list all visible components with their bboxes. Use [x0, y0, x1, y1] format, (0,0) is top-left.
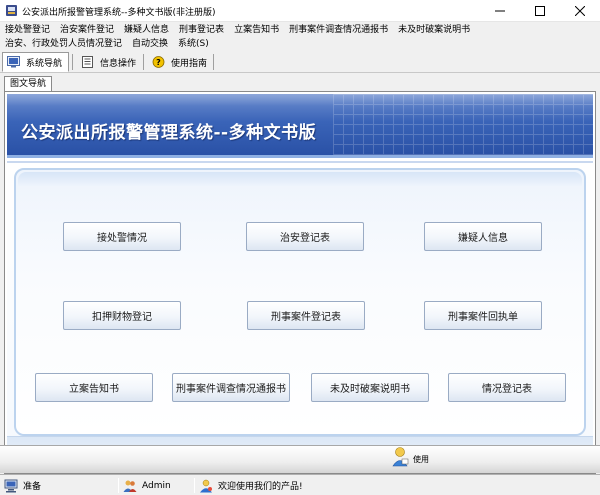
status-welcome: 欢迎使用我们的产品! [199, 477, 303, 494]
status-ready: 准备 [4, 477, 41, 494]
menu-item-penalty-register[interactable]: 治安、行政处罚人员情况登记 [0, 37, 127, 51]
menu-item-suspect-info[interactable]: 嫌疑人信息 [119, 23, 174, 37]
maximize-icon [535, 6, 545, 16]
menu-item-criminal-report[interactable]: 刑事案件调查情况通报书 [284, 23, 393, 37]
case-filing-notice-button[interactable]: 立案告知书 [35, 373, 153, 402]
navigation-icon [7, 56, 20, 68]
minimize-icon [495, 10, 505, 12]
app-icon [6, 5, 17, 16]
toolbar-label: 系统导航 [26, 58, 63, 69]
menu-item-system[interactable]: 系统(S) [173, 37, 214, 51]
close-icon [575, 6, 585, 16]
alarm-handling-button[interactable]: 接处警情况 [63, 222, 181, 251]
users-icon [123, 480, 137, 492]
help-icon: ? [152, 56, 165, 68]
status-user-text: Admin [142, 480, 171, 491]
menu-row-1: 接处警登记 治安案件登记 嫌疑人信息 刑事登记表 立案告知书 刑事案件调查情况通… [0, 23, 475, 37]
situation-register-button[interactable]: 情况登记表 [448, 373, 566, 402]
security-register-button[interactable]: 治安登记表 [246, 222, 364, 251]
menu-bar: 接处警登记 治安案件登记 嫌疑人信息 刑事登记表 立案告知书 刑事案件调查情况通… [0, 22, 600, 51]
menu-item-criminal-register[interactable]: 刑事登记表 [174, 23, 229, 37]
status-separator [118, 478, 119, 493]
toolbar-separator [72, 54, 73, 70]
status-ready-text: 准备 [23, 482, 42, 492]
criminal-case-receipt-button[interactable]: 刑事案件回执单 [424, 301, 542, 330]
toolbar: 系统导航 信息操作 ? 使用指南 [0, 51, 600, 73]
menu-item-case-notice[interactable]: 立案告知书 [229, 23, 284, 37]
help-label[interactable]: 使用 [413, 454, 429, 465]
menu-item-auto-exchange[interactable]: 自动交换 [127, 37, 173, 51]
computer-icon [4, 479, 18, 492]
menu-item-security-case[interactable]: 治安案件登记 [55, 23, 119, 37]
toolbar-user-guide[interactable]: ? 使用指南 [147, 52, 214, 72]
person-help-icon[interactable] [390, 446, 410, 468]
navigation-content: 公安派出所报警管理系统--多种文书版 接处警情况 治安登记表 嫌疑人信息 扣押财… [4, 91, 596, 474]
welcome-icon [200, 479, 212, 492]
menu-item-alarm-register[interactable]: 接处警登记 [0, 23, 55, 37]
main-panel: 图文导航 公安派出所报警管理系统--多种文书版 接处警情况 治安登记表 嫌疑人信… [0, 73, 600, 474]
close-button[interactable] [560, 0, 600, 22]
help-strip [0, 445, 600, 473]
minimize-button[interactable] [480, 0, 520, 22]
status-separator [194, 478, 195, 493]
card-header-gradient [18, 172, 582, 186]
toolbar-system-navigation[interactable]: 系统导航 [2, 52, 70, 72]
tab-graphic-navigation[interactable]: 图文导航 [4, 76, 53, 91]
criminal-case-register-button[interactable]: 刑事案件登记表 [247, 301, 365, 330]
menu-row-2: 治安、行政处罚人员情况登记 自动交换 系统(S) [0, 37, 214, 51]
status-welcome-text: 欢迎使用我们的产品! [218, 482, 303, 492]
status-user: Admin [123, 477, 171, 494]
seized-property-button[interactable]: 扣押财物登记 [63, 301, 181, 330]
toolbar-label: 使用指南 [171, 58, 208, 69]
toolbar-separator [143, 54, 144, 70]
toolbar-separator [213, 54, 214, 70]
menu-item-unsolved-explanation[interactable]: 未及时破案说明书 [393, 23, 475, 37]
window-title: 公安派出所报警管理系统--多种文书版(非注册版) [22, 8, 216, 18]
unsolved-case-explanation-button[interactable]: 未及时破案说明书 [311, 373, 429, 402]
banner-grid-pattern [333, 94, 593, 155]
svg-text:?: ? [156, 58, 161, 67]
criminal-investigation-report-button[interactable]: 刑事案件调查情况通报书 [172, 373, 290, 402]
toolbar-label: 信息操作 [100, 58, 137, 69]
list-icon [82, 56, 93, 68]
status-bar: 准备 Admin 欢迎使用我们的产品! [0, 474, 600, 495]
suspect-info-button[interactable]: 嫌疑人信息 [424, 222, 542, 251]
banner: 公安派出所报警管理系统--多种文书版 [7, 94, 593, 158]
banner-title: 公安派出所报警管理系统--多种文书版 [21, 123, 317, 143]
title-bar: 公安派出所报警管理系统--多种文书版(非注册版) [0, 0, 600, 22]
toolbar-info-operation[interactable]: 信息操作 [76, 52, 143, 72]
maximize-button[interactable] [520, 0, 560, 22]
